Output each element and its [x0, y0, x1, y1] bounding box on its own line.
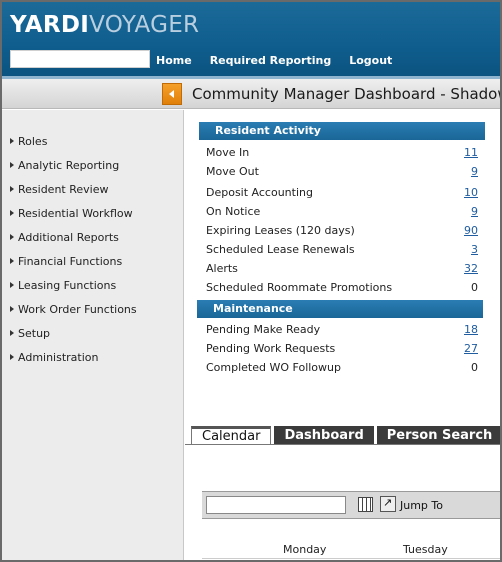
row-move-out: Move Out 9: [206, 162, 478, 181]
sidebar-item-resident-review[interactable]: Resident Review: [2, 177, 183, 201]
sidebar-item-analytic-reporting[interactable]: Analytic Reporting: [2, 153, 183, 177]
sidebar-item-label: Resident Review: [18, 182, 109, 196]
row-label: On Notice: [206, 205, 261, 218]
sidebar-item-label: Analytic Reporting: [18, 158, 120, 172]
nav-home-link[interactable]: Home: [156, 54, 192, 67]
row-label: Completed WO Followup: [206, 361, 341, 374]
expand-arrow-icon: [10, 162, 14, 168]
expand-arrow-icon: [10, 210, 14, 216]
row-value: 0: [471, 281, 478, 294]
sidebar-item-administration[interactable]: Administration: [2, 345, 183, 369]
row-label: Move Out: [206, 165, 259, 178]
expand-arrow-icon: [10, 354, 14, 360]
jump-to-label[interactable]: Jump To: [400, 499, 443, 512]
sidebar-item-label: Administration: [18, 350, 99, 364]
expand-arrow-icon: [10, 138, 14, 144]
sidebar-item-leasing-functions[interactable]: Leasing Functions: [2, 273, 183, 297]
row-move-in: Move In 11: [206, 143, 478, 162]
sidebar-item-label: Financial Functions: [18, 254, 123, 268]
maintenance-header: Maintenance: [197, 300, 483, 318]
sidebar-item-additional-reports[interactable]: Additional Reports: [2, 225, 183, 249]
row-label: Alerts: [206, 262, 238, 275]
row-value-link[interactable]: 10: [464, 186, 478, 199]
page-title: Community Manager Dashboard - Shadow: [192, 85, 502, 103]
row-value: 0: [471, 361, 478, 374]
jump-to-icon[interactable]: [380, 496, 396, 512]
row-on-notice: On Notice 9: [206, 202, 478, 221]
calendar-date-input[interactable]: [206, 496, 346, 514]
collapse-sidebar-button[interactable]: [162, 83, 182, 105]
tab-person-search[interactable]: Person Search: [376, 426, 500, 445]
row-scheduled-lease-renewals: Scheduled Lease Renewals 3: [206, 240, 478, 259]
sidebar-item-label: Leasing Functions: [18, 278, 117, 292]
sidebar: Roles Analytic Reporting Resident Review…: [2, 110, 184, 560]
tab-divider: [185, 444, 500, 445]
row-pending-work-requests: Pending Work Requests 27: [206, 339, 478, 358]
title-bar: Community Manager Dashboard - Shadow: [2, 79, 500, 109]
sidebar-item-roles[interactable]: Roles: [2, 129, 183, 153]
expand-arrow-icon: [10, 258, 14, 264]
row-scheduled-roommate-promotions: Scheduled Roommate Promotions 0: [206, 278, 478, 297]
sidebar-item-financial-functions[interactable]: Financial Functions: [2, 249, 183, 273]
row-expiring-leases: Expiring Leases (120 days) 90: [206, 221, 478, 240]
sidebar-item-label: Additional Reports: [18, 230, 119, 244]
calendar-day-header: Monday: [283, 543, 327, 556]
calendar-toolbar: Jump To: [202, 491, 500, 519]
row-completed-wo-followup: Completed WO Followup 0: [206, 358, 478, 377]
sidebar-item-work-order-functions[interactable]: Work Order Functions: [2, 297, 183, 321]
sidebar-item-label: Roles: [18, 134, 48, 148]
nav-logout-link[interactable]: Logout: [349, 54, 392, 67]
logo-primary: YARDI: [10, 12, 90, 38]
sidebar-item-residential-workflow[interactable]: Residential Workflow: [2, 201, 183, 225]
resident-activity-header: Resident Activity: [199, 122, 485, 140]
app-header: YARDIVOYAGER Home Required Reporting Log…: [2, 2, 500, 79]
expand-arrow-icon: [10, 234, 14, 240]
top-navigation: Home Required Reporting Logout: [156, 54, 410, 67]
row-label: Scheduled Roommate Promotions: [206, 281, 393, 294]
row-deposit-accounting: Deposit Accounting 10: [206, 183, 478, 202]
logo-secondary: VOYAGER: [89, 12, 200, 38]
sidebar-item-setup[interactable]: Setup: [2, 321, 183, 345]
dashboard-tabs: Calendar Dashboard Person Search: [191, 426, 500, 445]
sidebar-item-label: Work Order Functions: [18, 302, 137, 316]
row-value-link[interactable]: 27: [464, 342, 478, 355]
sidebar-item-label: Residential Workflow: [18, 206, 133, 220]
expand-arrow-icon: [10, 282, 14, 288]
row-label: Expiring Leases (120 days): [206, 224, 355, 237]
sidebar-item-label: Setup: [18, 326, 51, 340]
expand-arrow-icon: [10, 306, 14, 312]
calendar-day-header: Tuesday: [403, 543, 448, 556]
app-window: YARDIVOYAGER Home Required Reporting Log…: [0, 0, 502, 562]
row-value-link[interactable]: 90: [464, 224, 478, 237]
expand-arrow-icon: [10, 330, 14, 336]
row-pending-make-ready: Pending Make Ready 18: [206, 320, 478, 339]
row-value-link[interactable]: 9: [471, 165, 478, 178]
row-value-link[interactable]: 18: [464, 323, 478, 336]
row-value-link[interactable]: 32: [464, 262, 478, 275]
chevron-left-icon: [169, 90, 174, 98]
calendar-icon[interactable]: [358, 497, 373, 512]
row-alerts: Alerts 32: [206, 259, 478, 278]
row-value-link[interactable]: 11: [464, 146, 478, 159]
row-value-link[interactable]: 3: [471, 243, 478, 256]
tab-calendar[interactable]: Calendar: [191, 426, 272, 445]
yardi-voyager-logo: YARDIVOYAGER: [10, 11, 199, 39]
row-label: Scheduled Lease Renewals: [206, 243, 355, 256]
main-content: Resident Activity Move In 11 Move Out 9 …: [185, 110, 500, 560]
calendar-divider: [202, 558, 500, 559]
expand-arrow-icon: [10, 186, 14, 192]
search-input[interactable]: [10, 50, 150, 68]
tab-dashboard[interactable]: Dashboard: [274, 426, 374, 445]
row-label: Pending Work Requests: [206, 342, 336, 355]
row-value-link[interactable]: 9: [471, 205, 478, 218]
row-label: Deposit Accounting: [206, 186, 313, 199]
nav-required-reporting-link[interactable]: Required Reporting: [210, 54, 332, 67]
row-label: Move In: [206, 146, 250, 159]
row-label: Pending Make Ready: [206, 323, 321, 336]
